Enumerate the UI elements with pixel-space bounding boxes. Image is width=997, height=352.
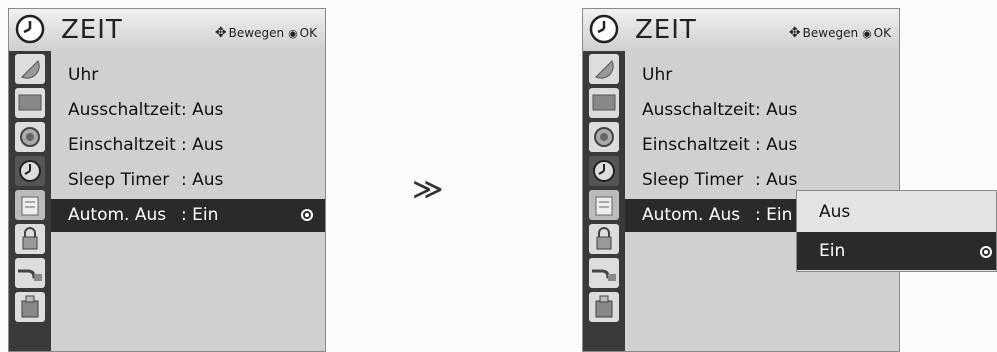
menu-item-einschaltzeit[interactable]: Einschaltzeit : Aus (625, 129, 899, 162)
menu-title: ZEIT (635, 15, 697, 45)
tv-screen-icon[interactable] (14, 87, 46, 119)
transition-arrow-icon: ≫ (412, 172, 444, 207)
move-arrows-icon: ✥ (214, 25, 227, 41)
item-value: : Ein (181, 205, 219, 225)
item-label: Autom. Aus (642, 205, 741, 225)
selected-radio-icon (980, 246, 992, 258)
ok-hint: OK (299, 26, 317, 40)
menu-item-autom-aus[interactable]: Autom. Aus : Ein (51, 199, 325, 232)
tv-screen-icon[interactable] (588, 87, 620, 119)
item-value: : Aus (755, 100, 798, 120)
menu-item-ausschaltzeit[interactable]: Ausschaltzeit : Aus (625, 94, 899, 127)
speaker-icon[interactable] (588, 121, 620, 153)
option-label: Ein (819, 241, 846, 261)
item-label: Sleep Timer (642, 170, 744, 190)
nav-hint: ✥ Bewegen ◉ OK (789, 25, 891, 41)
item-label: Ausschaltzeit (68, 100, 181, 120)
ok-bullet-icon: ◉ (862, 27, 872, 40)
menu-header: ZEIT ✥ Bewegen ◉ OK (583, 9, 899, 52)
popup-option-ein[interactable]: Ein (797, 232, 996, 270)
satellite-dish-icon[interactable] (588, 53, 620, 85)
usb-icon[interactable] (14, 291, 46, 323)
ok-hint: OK (873, 26, 891, 40)
item-value: : Aus (181, 170, 224, 190)
item-value: : Aus (755, 135, 798, 155)
options-icon[interactable] (588, 189, 620, 221)
selected-radio-icon (301, 209, 313, 221)
lock-icon[interactable] (588, 223, 620, 255)
menu-item-einschaltzeit[interactable]: Einschaltzeit : Aus (51, 129, 325, 162)
item-value: : Aus (181, 100, 224, 120)
input-cable-icon[interactable] (588, 257, 620, 289)
item-label: Uhr (68, 65, 99, 85)
item-label: Ausschaltzeit (642, 100, 755, 120)
usb-icon[interactable] (588, 291, 620, 323)
options-icon[interactable] (14, 189, 46, 221)
category-icon-bar (583, 51, 625, 351)
move-hint: Bewegen (802, 26, 859, 40)
input-cable-icon[interactable] (14, 257, 46, 289)
clock-icon[interactable] (588, 155, 620, 187)
item-label: Sleep Timer (68, 170, 170, 190)
lock-icon[interactable] (14, 223, 46, 255)
menu-item-ausschaltzeit[interactable]: Ausschaltzeit : Aus (51, 94, 325, 127)
clock-icon (589, 14, 619, 44)
menu-header: ZEIT ✥ Bewegen ◉ OK (9, 9, 325, 52)
nav-hint: ✥ Bewegen ◉ OK (215, 25, 317, 41)
category-icon-bar (9, 51, 51, 351)
move-arrows-icon: ✥ (788, 25, 801, 41)
item-value: : Aus (755, 170, 798, 190)
speaker-icon[interactable] (14, 121, 46, 153)
item-label: Uhr (642, 65, 673, 85)
item-value: : Ein (755, 205, 793, 225)
time-menu-right: ZEIT ✥ Bewegen ◉ OK Uhr Ausschaltzeit : Aus… (582, 8, 900, 352)
satellite-dish-icon[interactable] (14, 53, 46, 85)
option-label: Aus (819, 202, 851, 222)
menu-item-uhr[interactable]: Uhr (51, 59, 325, 92)
ok-bullet-icon: ◉ (288, 27, 298, 40)
popup-option-aus[interactable]: Aus (797, 193, 996, 231)
clock-icon[interactable] (14, 155, 46, 187)
time-menu-left: ZEIT ✥ Bewegen ◉ OK Uhr Ausschaltzeit : Aus… (8, 8, 326, 352)
option-popup: Aus Ein (796, 190, 997, 272)
item-label: Einschaltzeit (68, 135, 176, 155)
item-label: Einschaltzeit (642, 135, 750, 155)
menu-title: ZEIT (61, 15, 123, 45)
move-hint: Bewegen (228, 26, 285, 40)
item-value: : Aus (181, 135, 224, 155)
item-label: Autom. Aus (68, 205, 167, 225)
clock-icon (15, 14, 45, 44)
settings-list: Uhr Ausschaltzeit : Aus Einschaltzeit : … (51, 51, 325, 351)
menu-item-sleep-timer[interactable]: Sleep Timer : Aus (51, 164, 325, 197)
menu-item-uhr[interactable]: Uhr (625, 59, 899, 92)
